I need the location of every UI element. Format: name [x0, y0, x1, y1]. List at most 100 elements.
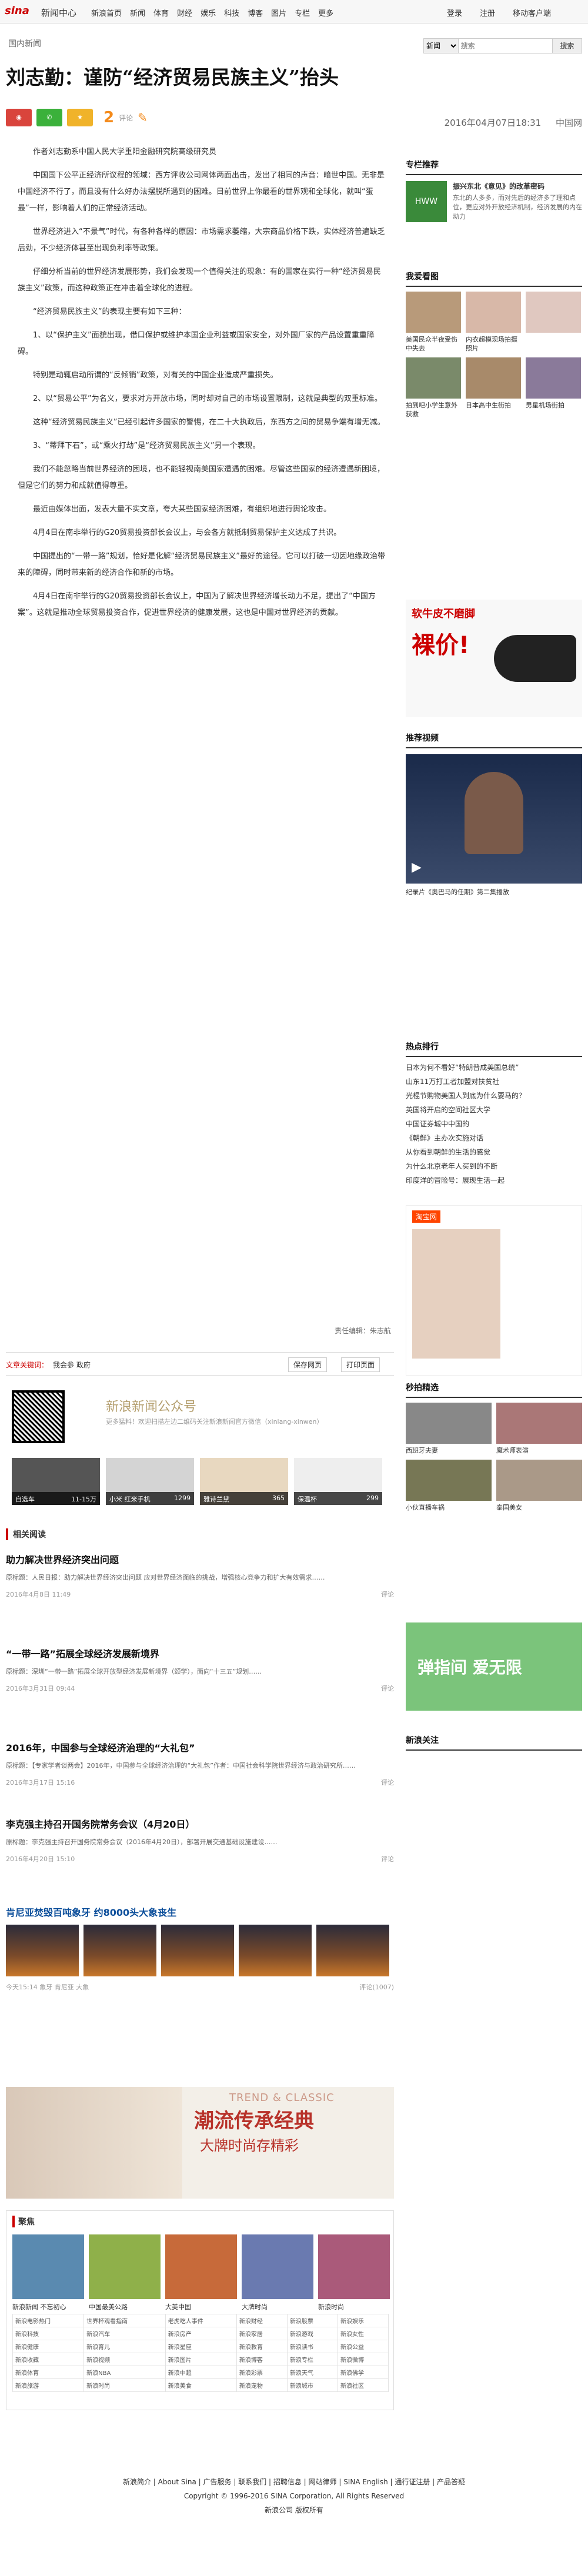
photo-set-comment-link[interactable]: 评论(1007) — [359, 1982, 394, 1992]
focus-pic[interactable]: 大牌时尚 — [242, 2234, 313, 2311]
product-card[interactable]: 小米 红米手机 1299 — [106, 1458, 194, 1505]
link-cell[interactable]: 老虎吃人事件 — [165, 2314, 237, 2327]
mobile-client-link[interactable]: 移动客户端 — [513, 7, 551, 18]
game-ad[interactable]: 弹指间 爱无限 — [406, 1622, 582, 1711]
link-cell[interactable]: 新浪电影热门 — [12, 2314, 85, 2327]
focus-pic[interactable]: 新浪时尚 — [318, 2234, 390, 2311]
hot-item[interactable]: 从你看到朝鲜的生活的感觉 — [406, 1145, 582, 1159]
hot-item[interactable]: 中国证券城中中国的 — [406, 1117, 582, 1131]
video-caption[interactable]: 纪录片《奥巴马的任期》第二集播放 — [406, 887, 582, 896]
qzone-share-icon[interactable]: ★ — [67, 109, 93, 126]
ivory-photo[interactable] — [239, 1925, 312, 1976]
link-cell[interactable]: 新浪博客 — [236, 2353, 288, 2366]
link-cell[interactable]: 新浪视频 — [83, 2353, 166, 2366]
ivory-photo[interactable] — [6, 1925, 79, 1976]
nav-item[interactable]: 新闻 — [130, 7, 145, 18]
link-cell[interactable]: 新浪股票 — [286, 2314, 338, 2327]
link-cell[interactable]: 新浪时尚 — [83, 2378, 166, 2392]
footer-links[interactable]: 新浪简介 | About Sina | 广告服务 | 联系我们 | 招聘信息 |… — [0, 2475, 588, 2489]
nav-item[interactable]: 财经 — [177, 7, 192, 18]
link-cell[interactable]: 新浪NBA — [83, 2366, 166, 2379]
link-cell[interactable]: 新浪社区 — [337, 2378, 389, 2392]
edit-icon[interactable]: ✎ — [138, 111, 148, 125]
register-link[interactable]: 注册 — [480, 7, 495, 18]
video-player[interactable]: ▶ — [406, 754, 582, 884]
link-cell[interactable]: 新浪娱乐 — [337, 2314, 389, 2327]
link-cell[interactable]: 世界杯观看指南 — [83, 2314, 166, 2327]
link-cell[interactable]: 新浪公益 — [337, 2340, 389, 2353]
search-button[interactable]: 搜索 — [552, 39, 582, 53]
link-cell[interactable]: 新浪佛学 — [337, 2366, 389, 2379]
link-cell[interactable]: 新浪天气 — [286, 2366, 338, 2379]
ivory-photo[interactable] — [83, 1925, 156, 1976]
photo-set-tags[interactable]: 象牙 肯尼亚 大象 — [39, 1983, 89, 1991]
link-cell[interactable]: 新浪星座 — [165, 2340, 237, 2353]
nav-item-more[interactable]: 更多 — [318, 7, 333, 18]
hot-item[interactable]: 光棍节购物美国人到底为什么要马的？ — [406, 1089, 582, 1103]
nav-item[interactable]: 科技 — [224, 7, 239, 18]
focus-pic[interactable]: 大美中国 — [165, 2234, 237, 2311]
link-cell[interactable]: 新浪专栏 — [286, 2353, 338, 2366]
link-cell[interactable]: 新浪教育 — [236, 2340, 288, 2353]
link-cell[interactable]: 新浪城市 — [286, 2378, 338, 2392]
wechat-share-icon[interactable]: ✆ — [36, 109, 62, 126]
keywords[interactable]: 我会参 政府 — [53, 1360, 91, 1370]
news-title[interactable]: “一带一路”拓展全球经济发展新境界 — [6, 1646, 394, 1660]
video-pic-cell[interactable]: 泰国美女 — [496, 1460, 582, 1512]
product-card[interactable]: 自选车 11-15万 — [12, 1458, 100, 1505]
link-cell[interactable]: 新浪健康 — [12, 2340, 85, 2353]
nav-item[interactable]: 专栏 — [295, 7, 310, 18]
nav-item[interactable]: 体育 — [153, 7, 169, 18]
hot-item[interactable]: 日本为何不看好“特朗普成美国总统” — [406, 1060, 582, 1075]
news-comment-link[interactable]: 评论 — [381, 1854, 394, 1864]
news-center-logo[interactable]: 新闻中心 — [41, 6, 76, 19]
link-cell[interactable]: 新浪图片 — [165, 2353, 237, 2366]
source[interactable]: 中国网 — [556, 118, 582, 128]
photo-set-title[interactable]: 肯尼亚焚毁百吨象牙 约8000头大象丧生 — [6, 1905, 394, 1919]
banner-ad[interactable]: TREND & CLASSIC 潮流传承经典 大牌时尚存精彩 — [6, 2087, 394, 2199]
video-pic-cell[interactable]: 魔术师表演 — [496, 1403, 582, 1455]
search-input[interactable] — [458, 39, 552, 53]
comment-count[interactable]: 2 — [103, 109, 114, 126]
link-cell[interactable]: 新浪科技 — [12, 2327, 85, 2340]
link-cell[interactable]: 新浪彩票 — [236, 2366, 288, 2379]
channel-breadcrumb[interactable]: 国内新闻 — [8, 38, 41, 49]
photo-cell[interactable]: 日本高中生街拍 — [466, 357, 521, 419]
photo-cell[interactable]: 男星机场街拍 — [526, 357, 581, 419]
link-cell[interactable]: 新浪房产 — [165, 2327, 237, 2340]
photo-cell[interactable] — [526, 292, 581, 353]
news-comment-link[interactable]: 评论 — [381, 1590, 394, 1599]
news-title[interactable]: 助力解决世界经济突出问题 — [6, 1552, 394, 1566]
product-card[interactable]: 雅诗兰黛 365 — [200, 1458, 288, 1505]
column-title[interactable]: 振兴东北《意见》的改革密码 — [453, 181, 582, 191]
nav-item[interactable]: 娱乐 — [201, 7, 216, 18]
link-cell[interactable]: 新浪旅游 — [12, 2378, 85, 2392]
news-title[interactable]: 2016年，中国参与全球经济治理的“大礼包” — [6, 1740, 394, 1754]
login-link[interactable]: 登录 — [447, 7, 462, 18]
link-cell[interactable]: 新浪美食 — [165, 2378, 237, 2392]
shoe-ad[interactable]: 软牛皮不磨脚 裸价! — [406, 600, 582, 717]
ivory-photo[interactable] — [161, 1925, 234, 1976]
link-cell[interactable]: 新浪游戏 — [286, 2327, 338, 2340]
news-title[interactable]: 李克强主持召开国务院常务会议（4月20日） — [6, 1816, 394, 1831]
search-scope-select[interactable]: 新闻 — [424, 39, 459, 53]
play-icon[interactable]: ▶ — [412, 860, 422, 875]
product-card[interactable]: 保温杯 299 — [294, 1458, 382, 1505]
focus-pic[interactable]: 新浪新闻 不忘初心 — [12, 2234, 84, 2311]
nav-item[interactable]: 图片 — [271, 7, 286, 18]
photo-cell[interactable]: 美国民众半夜受伤中失去 — [406, 292, 461, 353]
link-cell[interactable]: 新浪财经 — [236, 2314, 288, 2327]
link-cell[interactable]: 新浪体育 — [12, 2366, 85, 2379]
news-comment-link[interactable]: 评论 — [381, 1684, 394, 1693]
link-cell[interactable]: 新浪女性 — [337, 2327, 389, 2340]
link-cell[interactable]: 新浪读书 — [286, 2340, 338, 2353]
link-cell[interactable]: 新浪汽车 — [83, 2327, 166, 2340]
hot-item[interactable]: 英国将开启的空间社区大学 — [406, 1103, 582, 1117]
save-page-button[interactable]: 保存网页 — [288, 1357, 328, 1372]
link-cell[interactable]: 新浪宠物 — [236, 2378, 288, 2392]
hot-item[interactable]: 印度洋的冒险号：展现生活一起 — [406, 1173, 582, 1187]
video-pic-cell[interactable]: 西班牙夫妻 — [406, 1403, 492, 1455]
link-cell[interactable]: 新浪育儿 — [83, 2340, 166, 2353]
weibo-share-icon[interactable]: ◉ — [6, 109, 32, 126]
taobao-ad[interactable]: 淘宝网 — [406, 1205, 582, 1376]
